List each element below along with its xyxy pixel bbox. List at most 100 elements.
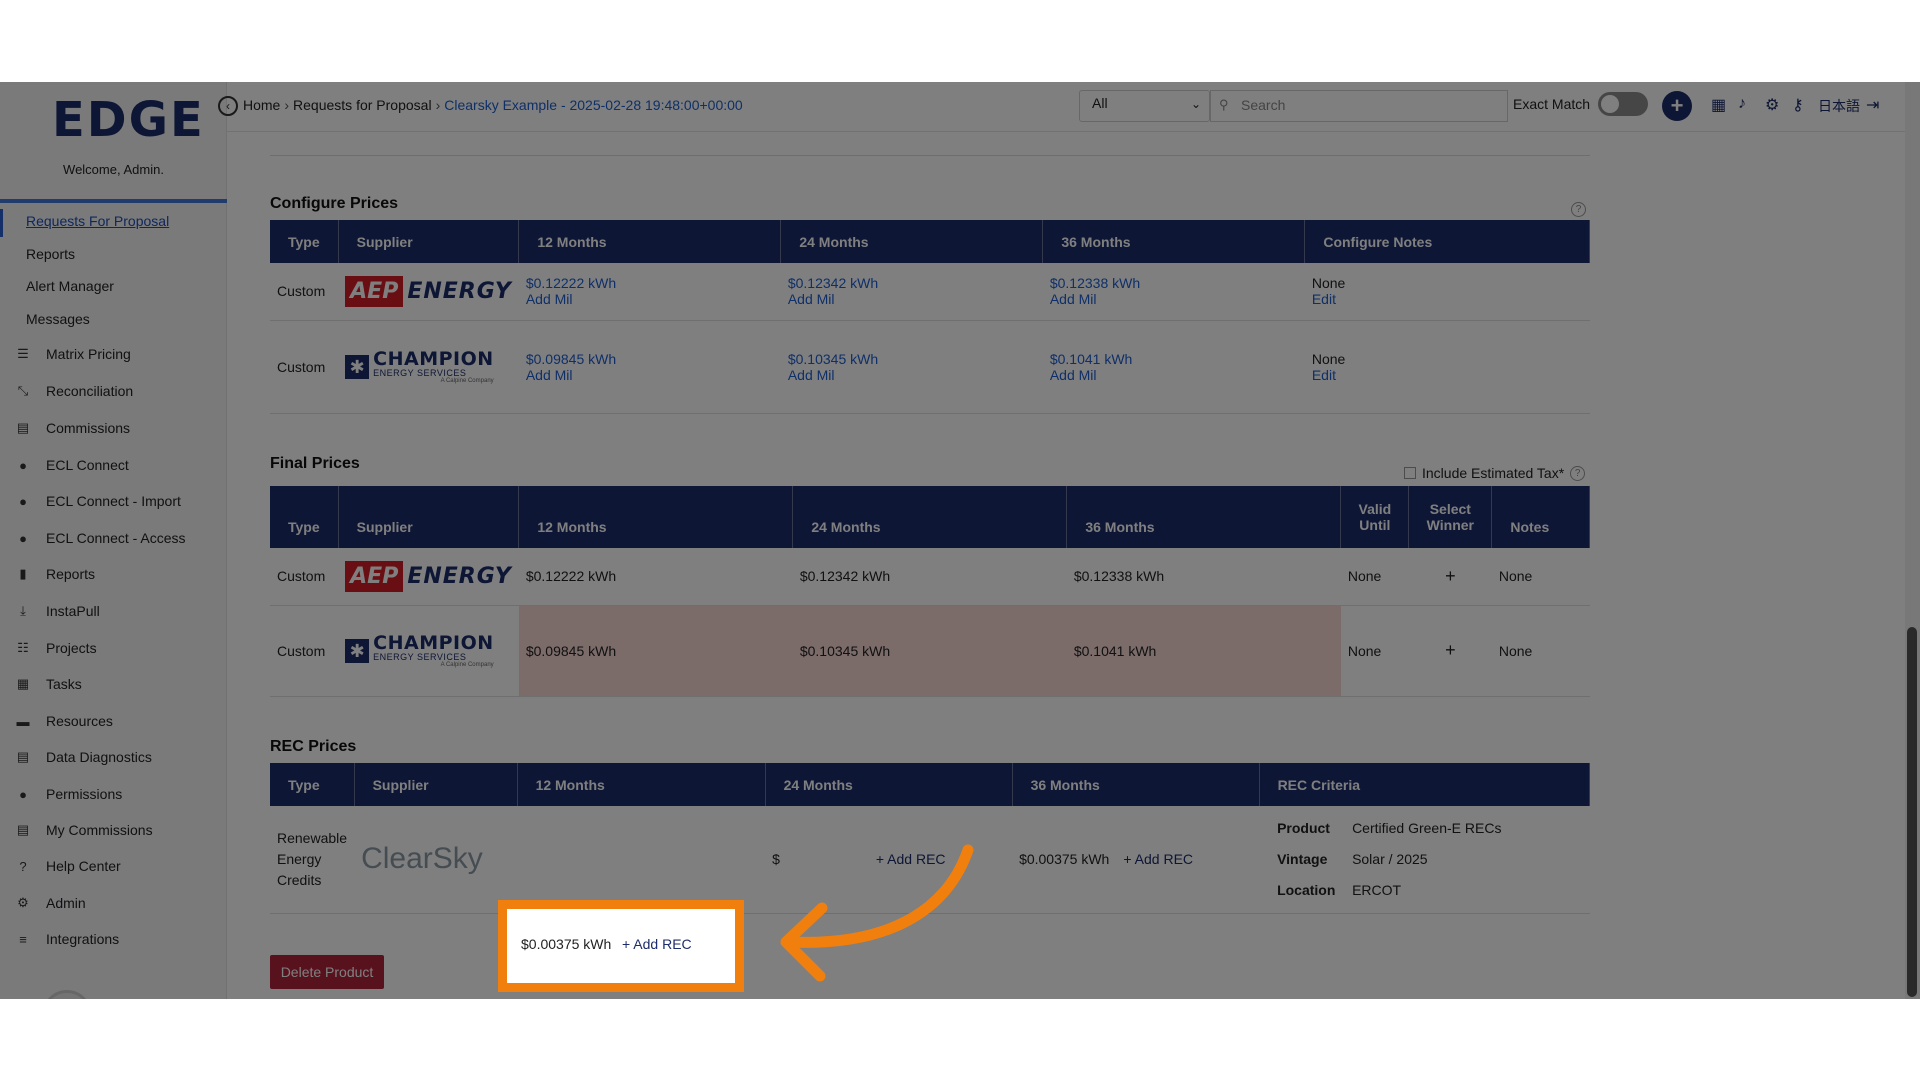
sidebar-item-admin[interactable]: ⚙ Admin xyxy=(0,889,227,917)
add-mil-link[interactable]: Add Mil xyxy=(1050,291,1298,307)
breadcrumb-home[interactable]: Home xyxy=(243,97,280,113)
bell-icon[interactable]: ♪ xyxy=(1738,95,1746,113)
col-supplier: Supplier xyxy=(354,763,518,806)
help-icon[interactable]: ? xyxy=(1570,465,1586,481)
breadcrumb-current[interactable]: Clearsky Example - 2025-02-28 19:48:00+0… xyxy=(444,97,742,113)
sidebar-item-instapull[interactable]: ⤓ InstaPull xyxy=(0,597,227,625)
champion-energy-logo: ✱ CHAMPION ENERGY SERVICES A Calpine Compan… xyxy=(345,633,512,668)
sidebar-item-integrations[interactable]: ≡ Integrations xyxy=(0,925,227,953)
rec-price-cell: $0.00375 kWh + Add REC xyxy=(1012,806,1260,914)
rec-12-month-price: $0.00375 kWh xyxy=(521,936,612,952)
breadcrumb-rfp[interactable]: Requests for Proposal xyxy=(293,97,432,113)
users-icon: ● xyxy=(19,530,27,546)
folder-icon: ▬ xyxy=(16,713,30,729)
gear-icon[interactable]: ⚙ xyxy=(1765,95,1779,115)
price-cell: $0.09845 kWh xyxy=(518,605,793,697)
add-mil-link[interactable]: Add Mil xyxy=(1050,367,1298,383)
add-new-button[interactable]: + xyxy=(1662,91,1692,121)
sidebar-item-matrix-pricing[interactable]: ☰ Matrix Pricing xyxy=(0,340,227,368)
rec-prices-title: REC Prices xyxy=(270,738,357,755)
welcome-text: Welcome, Admin. xyxy=(63,162,164,177)
select-winner-button[interactable]: + xyxy=(1408,548,1492,606)
include-tax-checkbox[interactable] xyxy=(1404,467,1416,479)
price-link[interactable]: $0.12338 kWh xyxy=(1050,275,1298,291)
search-icon: ⚲ xyxy=(1219,97,1229,112)
supplier-cell: AEP ENERGY xyxy=(338,263,519,321)
delete-product-button[interactable]: Delete Product xyxy=(270,955,384,989)
search-type-select[interactable]: All ⌄ xyxy=(1079,90,1210,122)
sidebar-item-ecl-connect[interactable]: ● ECL Connect xyxy=(0,451,227,479)
search-input[interactable]: ⚲ Search xyxy=(1210,90,1508,122)
active-indicator xyxy=(0,209,3,237)
sidebar-item-ecl-connect-import[interactable]: ● ECL Connect - Import xyxy=(0,487,227,515)
sidebar-item-projects[interactable]: ☷ Projects xyxy=(0,634,227,662)
supplier-cell: ✱ CHAMPION ENERGY SERVICES A Calpine Compan… xyxy=(338,605,519,697)
add-rec-link[interactable]: + Add REC xyxy=(622,936,692,952)
sidebar-item-data-diagnostics[interactable]: ▤ Data Diagnostics xyxy=(0,743,227,771)
col-rec-criteria: REC Criteria xyxy=(1259,763,1591,806)
logout-icon[interactable]: ⇥ xyxy=(1866,95,1879,115)
download-icon: ⤓ xyxy=(20,603,26,618)
col-valid-until: Valid Until xyxy=(1340,486,1410,548)
sidebar-item-tasks[interactable]: ▦ Tasks xyxy=(0,670,227,698)
highlight-arrow-icon xyxy=(780,844,974,982)
add-mil-link[interactable]: Add Mil xyxy=(526,367,774,383)
add-mil-link[interactable]: Add Mil xyxy=(788,367,1036,383)
help-icon[interactable]: ? xyxy=(1571,202,1586,217)
edit-link[interactable]: Edit xyxy=(1312,367,1583,383)
col-12-months: 12 Months xyxy=(518,486,794,548)
edge-logo[interactable]: EDGE xyxy=(52,92,205,148)
calendar-icon[interactable]: ▦ xyxy=(1711,95,1726,115)
back-arrow-icon[interactable]: ‹ xyxy=(218,96,238,116)
notes-cell: None xyxy=(1491,605,1590,697)
sidebar-item-permissions[interactable]: ● Permissions xyxy=(0,780,227,808)
server-icon: ▤ xyxy=(16,749,30,764)
add-mil-link[interactable]: Add Mil xyxy=(788,291,1036,307)
aep-energy-logo: AEP ENERGY xyxy=(345,275,512,307)
sidebar-item-reports[interactable]: ▮ Reports xyxy=(0,560,227,588)
sidebar-subitem-reports[interactable]: Reports xyxy=(26,246,75,262)
add-rec-link[interactable]: + Add REC xyxy=(1123,851,1193,867)
user-lock-icon: ● xyxy=(19,786,27,802)
calendar-check-icon: ▦ xyxy=(16,676,30,691)
sidebar-item-resources[interactable]: ▬ Resources xyxy=(0,707,227,735)
price-link[interactable]: $0.12222 kWh xyxy=(526,275,774,291)
final-prices-table: Type Supplier 12 Months 24 Months 36 Mon… xyxy=(270,486,1590,697)
type-cell: Custom xyxy=(270,605,339,697)
add-mil-link[interactable]: Add Mil xyxy=(526,291,774,307)
app-frame: EDGE Welcome, Admin. Requests For Propos… xyxy=(0,82,1920,999)
type-cell: Custom xyxy=(270,548,339,606)
select-winner-button[interactable]: + xyxy=(1408,605,1492,697)
col-configure-notes: Configure Notes xyxy=(1304,220,1590,263)
col-supplier: Supplier xyxy=(338,220,520,263)
price-cell: $0.12222 kWh xyxy=(518,548,793,606)
sidebar-item-help-center[interactable]: ? Help Center xyxy=(0,852,227,880)
sidebar-item-my-commissions[interactable]: ▤ My Commissions xyxy=(0,816,227,844)
price-link[interactable]: $0.10345 kWh xyxy=(788,351,1036,367)
language-switch[interactable]: 日本語 xyxy=(1818,96,1860,116)
note-text: None xyxy=(1311,275,1346,292)
sidebar-subitem-alert-manager[interactable]: Alert Manager xyxy=(26,278,114,294)
price-link[interactable]: $0.12342 kWh xyxy=(788,275,1036,291)
exact-match-toggle[interactable] xyxy=(1598,92,1648,116)
configure-prices-table: Type Supplier 12 Months 24 Months 36 Mon… xyxy=(270,220,1590,414)
divider xyxy=(270,155,1590,156)
bar-chart-icon: ▮ xyxy=(19,566,27,581)
sidebar-item-ecl-connect-access[interactable]: ● ECL Connect - Access xyxy=(0,524,227,552)
sidebar-subitem-messages[interactable]: Messages xyxy=(26,311,90,327)
key-icon[interactable]: ⚷ xyxy=(1792,95,1804,115)
price-link[interactable]: $0.09845 kWh xyxy=(526,351,774,367)
supplier-cell: AEP ENERGY xyxy=(338,548,519,606)
valid-until-cell: None xyxy=(1340,548,1409,606)
final-prices-title: Final Prices xyxy=(270,455,360,472)
sidebar-item-reconciliation[interactable]: ⤡ Reconciliation xyxy=(0,377,227,405)
sidebar-subitem-requests-for-proposal[interactable]: Requests For Proposal xyxy=(26,213,169,229)
col-supplier: Supplier xyxy=(338,486,520,548)
notes-cell: None xyxy=(1491,548,1590,606)
rec-criteria-cell: Product Certified Green-E RECs Vintage Sol… xyxy=(1259,806,1590,914)
sidebar-item-commissions[interactable]: ▤ Commissions xyxy=(0,414,227,442)
edit-link[interactable]: Edit xyxy=(1312,291,1583,307)
configure-prices-title: Configure Prices xyxy=(270,195,399,212)
scrollbar-thumb[interactable] xyxy=(1907,627,1917,997)
price-link[interactable]: $0.1041 kWh xyxy=(1050,351,1298,367)
